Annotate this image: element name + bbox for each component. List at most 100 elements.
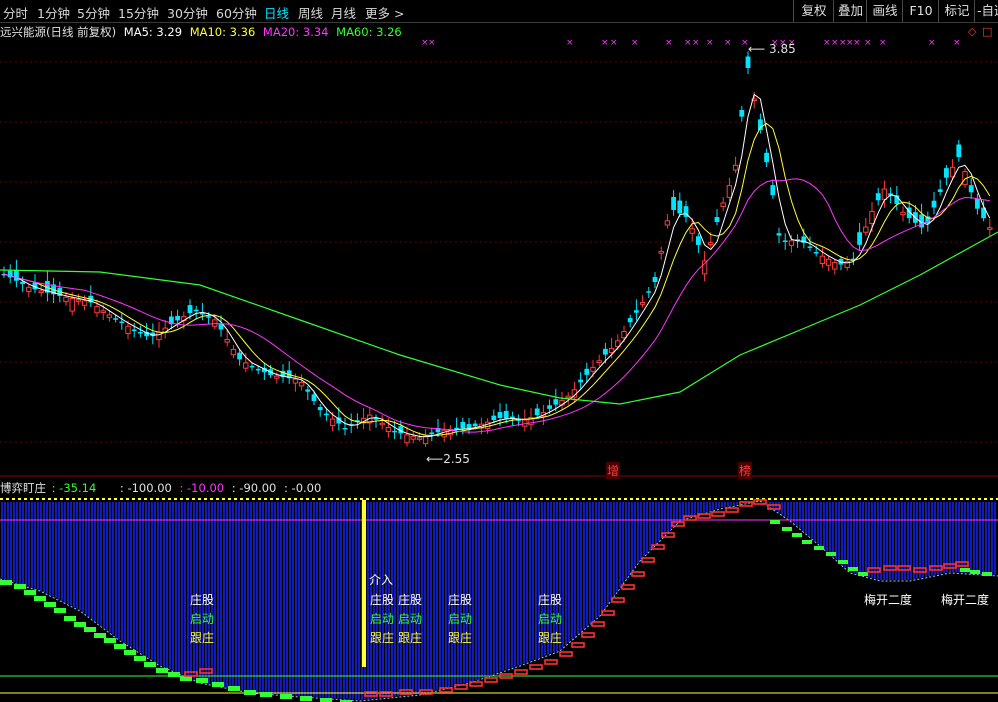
- signal-zhuanggu: 庄股: [398, 593, 423, 607]
- candle-body: [379, 422, 385, 426]
- green-step: [54, 608, 66, 613]
- signal-zhuanggu: 庄股: [190, 593, 215, 607]
- green-step: [848, 567, 858, 571]
- candle-body: [726, 185, 733, 198]
- candle-body: [429, 432, 435, 435]
- candle-body: [230, 348, 237, 356]
- candle-body: [274, 375, 280, 379]
- x-marker: ×: [684, 38, 692, 48]
- candle-body: [237, 352, 242, 360]
- signal-genzhuang: 跟庄: [448, 631, 473, 645]
- candle-body: [212, 319, 218, 327]
- green-step: [814, 546, 824, 550]
- candle-body: [404, 434, 410, 444]
- green-step: [134, 656, 146, 661]
- candle-body: [813, 252, 819, 254]
- candle-body: [788, 240, 795, 246]
- candle-body: [764, 152, 769, 163]
- indicator-name: 博弈盯庄: [0, 481, 46, 495]
- x-marker: ×: [853, 38, 861, 48]
- signal-meikai: 梅开二度: [864, 593, 913, 607]
- candle-body: [38, 290, 44, 294]
- x-marker: ×: [864, 38, 872, 48]
- candle-body: [646, 291, 652, 293]
- signal-qidong: 启动: [398, 612, 423, 626]
- green-step: [960, 568, 970, 572]
- candle-body: [565, 395, 571, 399]
- green-step: [982, 572, 992, 576]
- indicator-v4: : -90.00: [231, 481, 277, 495]
- red-step: [559, 651, 573, 657]
- candle-body: [14, 269, 19, 281]
- candle-body: [75, 299, 82, 302]
- green-step: [244, 690, 256, 695]
- x-marker: ×: [928, 38, 936, 48]
- candle-body: [441, 429, 447, 438]
- candle-body: [671, 197, 676, 210]
- candle-body: [621, 331, 627, 339]
- green-step: [838, 560, 848, 564]
- candle-body: [987, 227, 993, 230]
- green-step: [280, 694, 292, 699]
- signal-genzhuang: 跟庄: [190, 631, 215, 645]
- candle-body: [807, 246, 813, 248]
- red-step: [529, 664, 543, 670]
- red-step: [601, 610, 615, 616]
- candle-body: [193, 309, 199, 312]
- kline-chart[interactable]: × × × × × × × × × × × × × × × × × × × × × × × ×: [0, 0, 998, 702]
- candle-body: [944, 168, 949, 178]
- green-step: [782, 527, 792, 531]
- red-step: [454, 684, 468, 690]
- green-step: [970, 570, 980, 574]
- event-marker-bang[interactable]: 榜: [738, 462, 753, 479]
- red-step: [697, 513, 711, 519]
- green-step: [858, 572, 868, 576]
- indicator-v5: : -0.00: [284, 481, 322, 495]
- green-step: [94, 633, 106, 638]
- candle-body: [255, 368, 261, 371]
- candle-body: [324, 413, 329, 416]
- candle-body: [708, 242, 714, 245]
- candle-body: [106, 314, 113, 318]
- candle-body: [472, 423, 478, 427]
- candle-body: [627, 318, 633, 323]
- x-marker: ×: [831, 38, 839, 48]
- signal-qidong: 启动: [370, 612, 395, 626]
- candle-body: [869, 210, 875, 225]
- candle-body: [739, 110, 745, 117]
- candle-body: [69, 297, 75, 312]
- candle-body: [652, 277, 658, 282]
- red-step: [641, 557, 655, 563]
- signal-qidong: 启动: [538, 612, 563, 626]
- green-step: [74, 622, 86, 627]
- red-step: [469, 681, 483, 687]
- candle-body: [224, 339, 230, 343]
- candle-body: [782, 240, 788, 242]
- green-step: [320, 698, 332, 702]
- candle-body: [329, 418, 336, 427]
- high-price-label: ⟵ 3.85: [748, 42, 796, 56]
- signal-qidong: 启动: [448, 612, 473, 626]
- green-step: [260, 692, 272, 697]
- signal-jieru: 介入: [369, 573, 394, 587]
- candle-body: [696, 236, 701, 245]
- candle-body: [603, 348, 608, 355]
- green-step: [168, 672, 180, 677]
- event-marker-zeng[interactable]: 增: [606, 462, 621, 479]
- candle-body: [422, 435, 429, 445]
- candle-body: [547, 405, 552, 409]
- candle-body: [578, 379, 583, 383]
- ma10-line: [3, 122, 991, 437]
- candle-body: [689, 228, 695, 234]
- x-marker: ×: [724, 38, 732, 48]
- red-step: [711, 511, 725, 517]
- x-marker: ×: [610, 38, 618, 48]
- indicator-info-bar: 博弈盯庄 : -35.14 : -100.00 : -10.00 : -90.0…: [0, 480, 321, 496]
- candle-body: [342, 427, 348, 430]
- green-step: [114, 644, 126, 649]
- candle-body: [584, 368, 590, 375]
- candle-body: [100, 310, 106, 313]
- green-step: [14, 584, 26, 589]
- green-step: [228, 686, 240, 691]
- red-step: [631, 571, 645, 577]
